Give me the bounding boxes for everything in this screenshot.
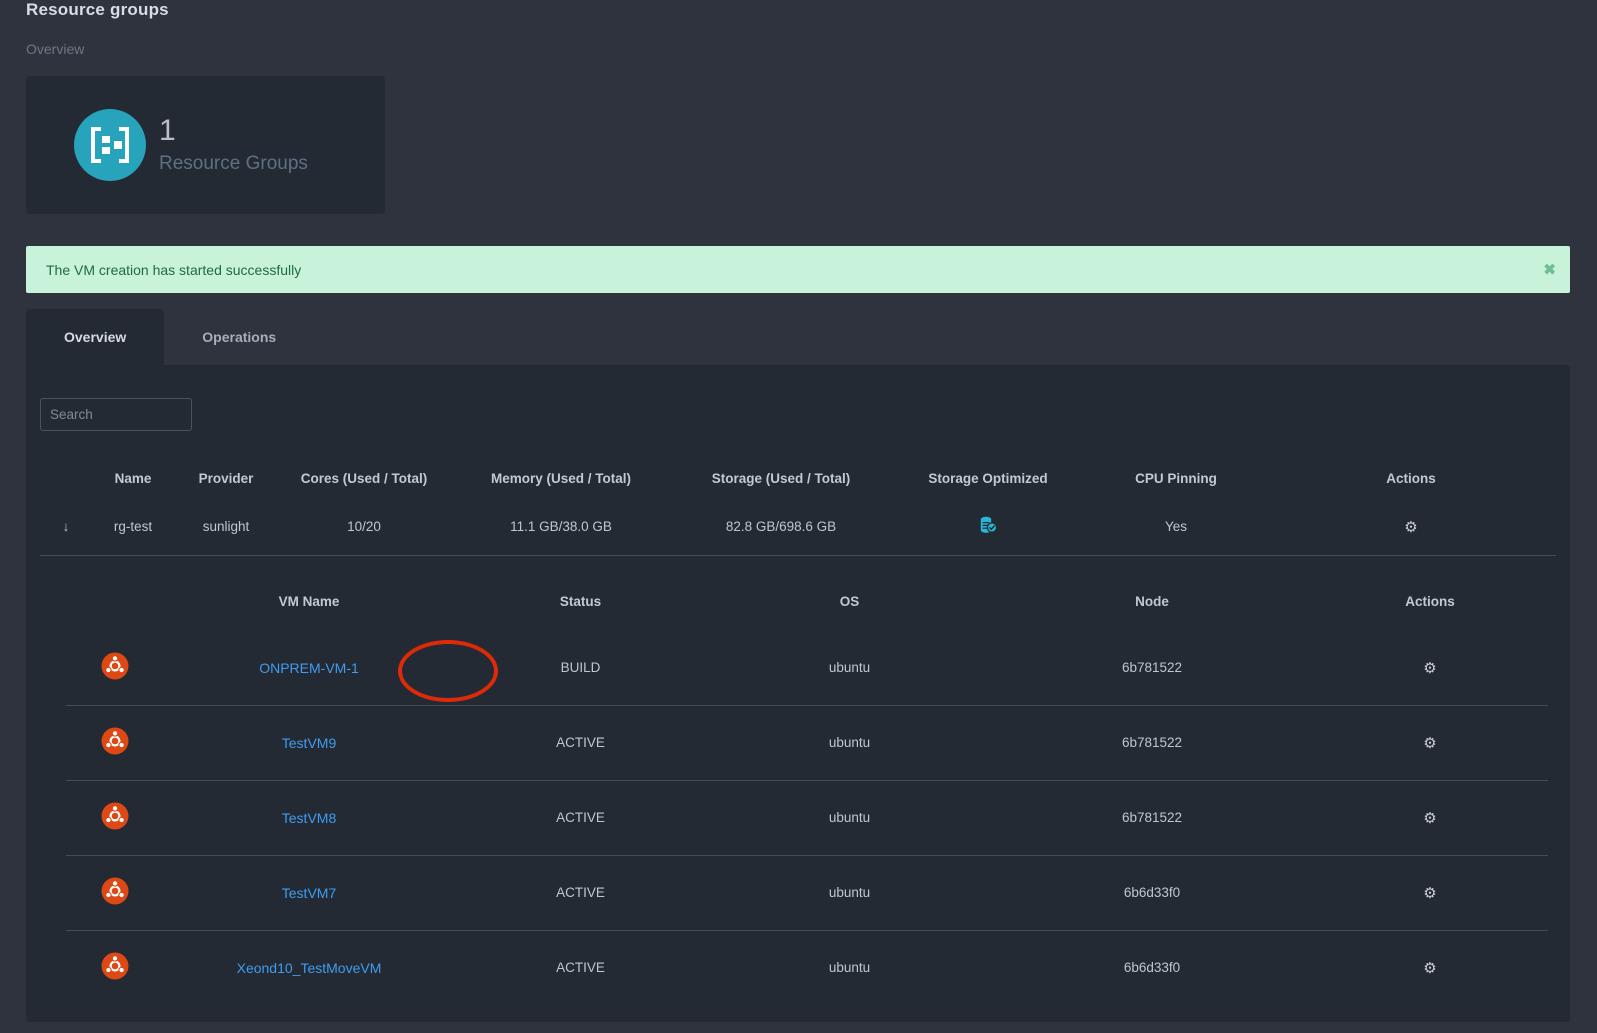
expand-row-arrow-icon[interactable]: ↓ xyxy=(40,500,92,556)
table-row[interactable]: Xeond10_TestMoveVM ACTIVE ubuntu 6b6d33f… xyxy=(66,931,1548,1006)
stat-card-value: 1 xyxy=(159,114,176,148)
table-row[interactable]: TestVM7 ACTIVE ubuntu 6b6d33f0 ⚙ xyxy=(66,855,1548,931)
col-cpu-pinning: CPU Pinning xyxy=(1135,471,1217,486)
stat-card-label: Resource Groups xyxy=(159,152,308,174)
vm-status: BUILD xyxy=(454,631,707,706)
vm-os-icon-cell xyxy=(66,931,164,1006)
rg-storage: 82.8 GB/698.6 GB xyxy=(672,500,890,556)
gear-icon[interactable]: ⚙ xyxy=(1423,659,1436,677)
storage-optimized-icon xyxy=(980,516,997,537)
ubuntu-icon xyxy=(101,802,129,833)
tab-overview[interactable]: Overview xyxy=(26,309,165,365)
vm-actions-cell: ⚙ xyxy=(1312,705,1548,781)
resource-group-table: Name Provider Cores (Used / Total) Memor… xyxy=(40,458,1556,556)
col-vm-node: Node xyxy=(1135,594,1169,609)
col-vm-actions: Actions xyxy=(1405,594,1455,609)
tab-bar: Overview Operations xyxy=(26,309,314,365)
vm-os: ubuntu xyxy=(707,855,992,931)
overview-panel: Name Provider Cores (Used / Total) Memor… xyxy=(26,365,1570,1022)
breadcrumb: Overview xyxy=(26,41,85,57)
vm-name-link[interactable]: TestVM8 xyxy=(282,810,336,826)
col-expand xyxy=(40,458,92,500)
vm-actions-cell: ⚙ xyxy=(1312,631,1548,706)
vm-node: 6b781522 xyxy=(992,631,1312,706)
stat-card-text: 1 Resource Groups xyxy=(159,115,308,175)
table-row[interactable]: TestVM9 ACTIVE ubuntu 6b781522 ⚙ xyxy=(66,705,1548,781)
rg-name: rg-test xyxy=(92,500,174,556)
col-storage-optimized: Storage Optimized xyxy=(928,471,1048,486)
vm-status: ACTIVE xyxy=(556,960,605,975)
ubuntu-icon xyxy=(101,652,129,683)
col-name: Name xyxy=(114,471,152,486)
vm-node: 6b6d33f0 xyxy=(1123,960,1181,975)
gear-icon[interactable]: ⚙ xyxy=(1423,959,1436,977)
col-vm-os: OS xyxy=(839,594,860,609)
vm-node: 6b6d33f0 xyxy=(992,855,1312,931)
vm-os-icon-cell xyxy=(66,780,164,856)
search-input[interactable] xyxy=(40,398,192,431)
vm-os-icon-cell xyxy=(66,855,164,931)
vm-status: ACTIVE xyxy=(454,705,707,781)
col-provider: Provider xyxy=(198,471,254,486)
table-row[interactable]: TestVM8 ACTIVE ubuntu 6b781522 ⚙ xyxy=(66,780,1548,856)
app-root: Resource groups Overview 1 Resource Grou… xyxy=(0,0,1597,1033)
vm-status: ACTIVE xyxy=(454,855,707,931)
rg-memory: 11.1 GB/38.0 GB xyxy=(450,500,672,556)
success-alert: The VM creation has started successfully… xyxy=(26,246,1570,293)
col-os-icon xyxy=(66,582,164,631)
ubuntu-icon xyxy=(101,877,129,908)
table-row[interactable]: ONPREM-VM-1 BUILD ubuntu 6b781522 ⚙ xyxy=(66,631,1548,706)
col-storage: Storage (Used / Total) xyxy=(711,471,851,486)
vm-actions-cell: ⚙ xyxy=(1312,931,1548,1006)
col-cores: Cores (Used / Total) xyxy=(300,471,428,486)
gear-icon[interactable]: ⚙ xyxy=(1423,734,1436,752)
col-memory: Memory (Used / Total) xyxy=(490,471,632,486)
vm-node: 6b781522 xyxy=(992,780,1312,856)
vm-name-link[interactable]: TestVM7 xyxy=(282,885,336,901)
vm-name-cell: TestVM7 xyxy=(164,855,454,931)
alert-message: The VM creation has started successfully xyxy=(46,261,302,278)
vm-name-link[interactable]: Xeond10_TestMoveVM xyxy=(237,960,382,976)
rg-cores: 10/20 xyxy=(278,500,450,556)
vm-os: ubuntu xyxy=(828,960,871,975)
vm-name-cell: Xeond10_TestMoveVM xyxy=(164,931,454,1006)
ubuntu-icon xyxy=(101,952,129,983)
vm-name-link[interactable]: TestVM9 xyxy=(282,735,336,751)
gear-icon[interactable]: ⚙ xyxy=(1404,518,1417,536)
col-actions: Actions xyxy=(1386,471,1436,486)
rg-provider: sunlight xyxy=(174,500,278,556)
vm-actions-cell: ⚙ xyxy=(1312,855,1548,931)
vm-os-icon-cell xyxy=(66,705,164,781)
vm-os-icon-cell xyxy=(66,631,164,706)
rg-actions-cell: ⚙ xyxy=(1266,500,1556,556)
vm-status: ACTIVE xyxy=(454,780,707,856)
rg-storage-optimized-cell xyxy=(890,500,1086,556)
vm-name-link[interactable]: ONPREM-VM-1 xyxy=(259,660,359,676)
resource-group-icon xyxy=(74,109,146,181)
vm-name-cell: ONPREM-VM-1 xyxy=(164,631,454,706)
vm-os: ubuntu xyxy=(707,705,992,781)
col-vm-status: Status xyxy=(559,594,602,609)
vm-name-cell: TestVM9 xyxy=(164,705,454,781)
vm-table-header-row: VM Name Status OS Node Actions xyxy=(66,582,1548,631)
gear-icon[interactable]: ⚙ xyxy=(1423,884,1436,902)
vm-os: ubuntu xyxy=(707,780,992,856)
table-row[interactable]: ↓ rg-test sunlight 10/20 11.1 GB/38.0 GB… xyxy=(40,500,1556,556)
ubuntu-icon xyxy=(101,727,129,758)
resource-groups-stat-card[interactable]: 1 Resource Groups xyxy=(26,76,385,214)
vm-table: VM Name Status OS Node Actions ONPREM-VM… xyxy=(66,582,1548,1005)
vm-name-cell: TestVM8 xyxy=(164,780,454,856)
table-header-row: Name Provider Cores (Used / Total) Memor… xyxy=(40,458,1556,500)
vm-node: 6b781522 xyxy=(992,705,1312,781)
vm-os: ubuntu xyxy=(707,631,992,706)
vm-actions-cell: ⚙ xyxy=(1312,780,1548,856)
close-icon[interactable]: ✖ xyxy=(1543,262,1556,277)
tab-operations[interactable]: Operations xyxy=(164,309,314,365)
col-vm-name: VM Name xyxy=(278,594,340,609)
page-title: Resource groups xyxy=(26,0,169,19)
rg-cpu-pinning: Yes xyxy=(1086,500,1266,556)
gear-icon[interactable]: ⚙ xyxy=(1423,809,1436,827)
